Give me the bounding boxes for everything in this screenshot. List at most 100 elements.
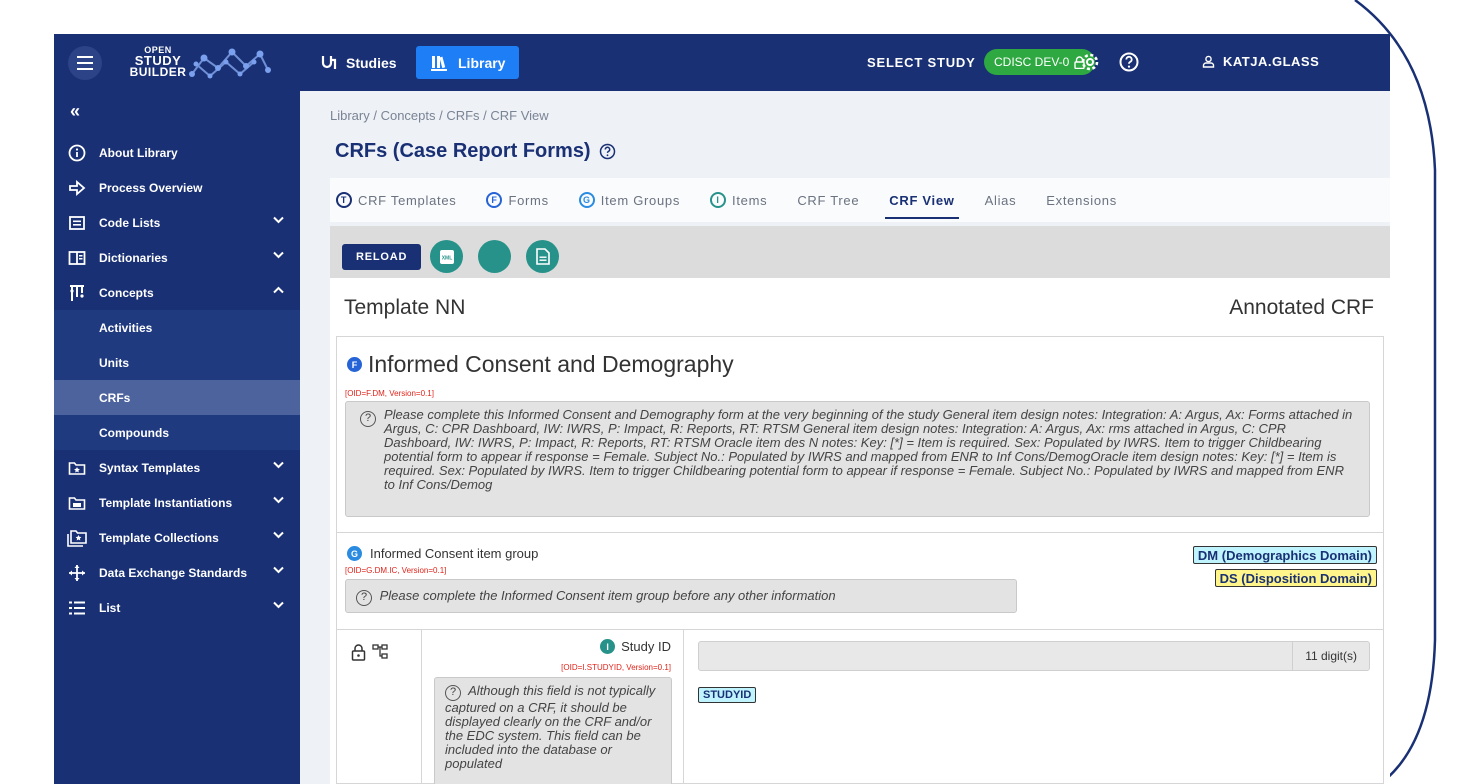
nav-studies-button[interactable]: Studies xyxy=(320,49,397,77)
help-icon[interactable] xyxy=(599,143,616,160)
form-note-text: Please complete this Informed Consent an… xyxy=(384,407,1353,492)
toggle-view-button[interactable] xyxy=(478,240,511,273)
sidebar-item-label: Dictionaries xyxy=(99,250,168,265)
template-title: Template NN xyxy=(344,296,466,319)
sidebar-item-syntax-templates[interactable]: Syntax Templates xyxy=(54,450,300,485)
tab-label: Extensions xyxy=(1046,192,1117,208)
form-note: ? Please complete this Informed Consent … xyxy=(345,401,1370,517)
form-letter-icon: F xyxy=(486,192,503,208)
template-collection-icon xyxy=(66,527,88,549)
reload-button[interactable]: RELOAD xyxy=(342,244,422,270)
tab-label: CRF View xyxy=(889,192,955,208)
sidebar-item-label: List xyxy=(99,600,121,615)
form-badge-icon: F xyxy=(347,357,362,372)
sidebar-item-activities[interactable]: Activities xyxy=(54,310,300,345)
sidebar-item-label: Template Collections xyxy=(99,530,219,545)
library-icon xyxy=(431,55,447,71)
group-letter-icon: G xyxy=(578,192,595,208)
sidebar-item-label: About Library xyxy=(99,145,178,160)
user-name: KATJA.GLASS xyxy=(1223,54,1320,69)
chevron-down-icon xyxy=(273,216,284,224)
sidebar-item-concepts[interactable]: Concepts xyxy=(54,275,300,310)
dm-domain-tag: DM (Demographics Domain) xyxy=(1192,546,1377,564)
tab-crf-view[interactable]: CRF View xyxy=(885,178,959,222)
item-oid: [OID=I.STUDYID, Version=0.1] xyxy=(561,663,671,672)
item-group-note: ? Please complete the Informed Consent i… xyxy=(345,579,1017,613)
page-title: CRFs (Case Report Forms) xyxy=(335,140,616,163)
item-description-column: I Study ID [OID=I.STUDYID, Version=0.1] … xyxy=(421,629,684,784)
item-title: Study ID xyxy=(621,639,671,654)
select-study-button[interactable]: SELECT STUDY xyxy=(867,55,976,70)
question-icon: ? xyxy=(356,590,372,606)
book-icon xyxy=(66,247,88,269)
user-menu-button[interactable]: KATJA.GLASS xyxy=(1202,54,1319,69)
export-xml-button[interactable]: XML xyxy=(430,240,463,273)
study-id-input[interactable]: 11 digit(s) xyxy=(698,641,1370,671)
export-document-button[interactable] xyxy=(526,240,559,273)
form-section: F Informed Consent and Demography [OID=F… xyxy=(336,336,1384,784)
tab-label: CRF Tree xyxy=(797,192,860,208)
study-badge-label: CDISC DEV-0 xyxy=(994,55,1070,69)
sdtm-variable-tag: STUDYID xyxy=(698,687,757,703)
tab-crf-templates[interactable]: T CRF Templates xyxy=(336,178,456,222)
info-icon xyxy=(66,142,88,164)
question-icon: ? xyxy=(445,685,461,701)
form-title: Informed Consent and Demography xyxy=(368,351,734,377)
list-box-icon xyxy=(66,212,88,234)
help-button[interactable] xyxy=(1118,51,1140,73)
item-note-text: Although this field is not typically cap… xyxy=(445,683,656,771)
sidebar-item-crfs[interactable]: CRFs xyxy=(54,380,300,415)
ds-domain-tag: DS (Disposition Domain) xyxy=(1214,569,1377,587)
sidebar-item-code-lists[interactable]: Code Lists xyxy=(54,205,300,240)
logo-line-builder: BUILDER xyxy=(129,65,187,79)
sidebar-item-label: Process Overview xyxy=(99,180,203,195)
template-letter-icon: T xyxy=(336,192,352,208)
sidebar-item-list[interactable]: List xyxy=(54,590,300,625)
tab-items[interactable]: I Items xyxy=(710,178,767,222)
chevron-down-icon xyxy=(273,601,284,609)
tab-label: Items xyxy=(732,192,768,208)
arrow-right-icon xyxy=(66,177,88,199)
tab-alias[interactable]: Alias xyxy=(985,178,1017,222)
tab-crf-tree[interactable]: CRF Tree xyxy=(797,178,859,222)
user-icon xyxy=(1202,55,1215,68)
tab-forms[interactable]: F Forms xyxy=(486,178,548,222)
xml-file-icon: XML xyxy=(439,249,454,264)
nav-library-button[interactable]: Library xyxy=(416,46,520,79)
sidebar-item-label: Template Instantiations xyxy=(99,495,233,510)
openstudybuilder-logo[interactable]: OPEN STUDY BUILDER xyxy=(124,42,274,84)
tab-extensions[interactable]: Extensions xyxy=(1046,178,1117,222)
chevron-down-icon xyxy=(273,251,284,259)
sidebar-item-template-collections[interactable]: Template Collections xyxy=(54,520,300,555)
chevron-down-icon xyxy=(273,566,284,574)
crf-toolbar: RELOAD XML xyxy=(330,226,1390,278)
gear-icon xyxy=(1081,53,1099,71)
breadcrumb[interactable]: Library / Concepts / CRFs / CRF View xyxy=(330,108,549,123)
sidebar-item-label: Concepts xyxy=(99,285,154,300)
sidebar-item-data-exchange-standards[interactable]: Data Exchange Standards xyxy=(54,555,300,590)
collapse-sidebar-button[interactable]: « xyxy=(70,101,80,122)
item-header: I Study ID xyxy=(600,639,671,654)
sidebar-item-units[interactable]: Units xyxy=(54,345,300,380)
form-oid: [OID=F.DM, Version=0.1] xyxy=(345,389,434,398)
chevron-down-icon xyxy=(273,461,284,469)
tab-item-groups[interactable]: G Item Groups xyxy=(578,178,680,222)
sidebar: « About Library Process Overview Code Li… xyxy=(54,91,300,784)
sidebar-item-process-overview[interactable]: Process Overview xyxy=(54,170,300,205)
sidebar-item-template-instantiations[interactable]: Template Instantiations xyxy=(54,485,300,520)
annotated-crf-title: Annotated CRF xyxy=(1229,296,1374,319)
item-group-header: G Informed Consent item group xyxy=(347,546,538,561)
page-title-text: CRFs (Case Report Forms) xyxy=(335,140,591,162)
hamburger-menu-button[interactable] xyxy=(68,46,102,80)
tab-label: Alias xyxy=(984,192,1017,208)
hierarchy-icon xyxy=(372,644,388,659)
settings-button[interactable] xyxy=(1079,51,1101,73)
sidebar-item-dictionaries[interactable]: Dictionaries xyxy=(54,240,300,275)
chevron-down-icon xyxy=(273,531,284,539)
item-icons xyxy=(351,644,388,661)
concepts-icon xyxy=(66,282,88,304)
sidebar-item-about-library[interactable]: About Library xyxy=(54,135,300,170)
sidebar-nav: About Library Process Overview Code List… xyxy=(54,135,300,625)
sidebar-item-compounds[interactable]: Compounds xyxy=(54,415,300,450)
sidebar-item-label: Syntax Templates xyxy=(99,460,201,475)
